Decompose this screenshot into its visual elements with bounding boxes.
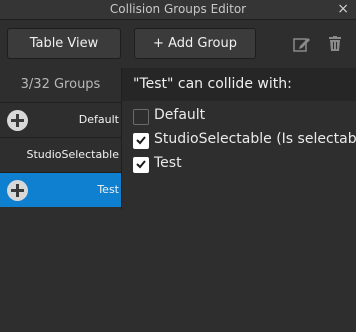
add-circle-icon[interactable]: [7, 110, 28, 131]
group-row-test[interactable]: Test: [0, 172, 121, 207]
group-count-label: 3/32 Groups: [20, 77, 101, 92]
collide-checkbox[interactable]: [133, 109, 149, 125]
table-view-button[interactable]: Table View: [7, 28, 121, 59]
collide-checkbox[interactable]: [133, 133, 149, 149]
group-list: Default StudioSelectable Test: [0, 102, 121, 332]
collide-option-label: Default: [154, 107, 206, 123]
group-label: StudioSelectable: [26, 148, 119, 161]
add-group-button[interactable]: + Add Group: [134, 28, 256, 59]
collide-option-default[interactable]: Default: [122, 105, 356, 129]
edit-icon[interactable]: [293, 36, 311, 52]
collide-option-label: Test: [154, 155, 182, 171]
check-icon: [136, 136, 146, 145]
collide-checkbox[interactable]: [133, 157, 149, 173]
collide-title: "Test" can collide with:: [133, 76, 292, 92]
group-row-default[interactable]: Default: [0, 102, 121, 137]
group-label: Default: [78, 113, 119, 126]
collide-option-test[interactable]: Test: [122, 153, 356, 177]
group-label: Test: [97, 183, 119, 196]
window-title: Collision Groups Editor: [109, 2, 247, 16]
add-circle-icon[interactable]: [7, 180, 28, 201]
check-icon: [136, 160, 146, 169]
group-row-studioselectable[interactable]: StudioSelectable: [0, 137, 121, 172]
collide-option-label: StudioSelectable (Is selectable in: [154, 131, 356, 147]
close-icon[interactable]: ×: [337, 1, 349, 17]
collide-option-studioselectable[interactable]: StudioSelectable (Is selectable in: [122, 129, 356, 153]
title-bar: Collision Groups Editor ×: [0, 0, 356, 20]
toolbar: Table View + Add Group: [0, 20, 356, 68]
collide-header: "Test" can collide with:: [122, 68, 356, 101]
trash-icon[interactable]: [326, 36, 344, 52]
